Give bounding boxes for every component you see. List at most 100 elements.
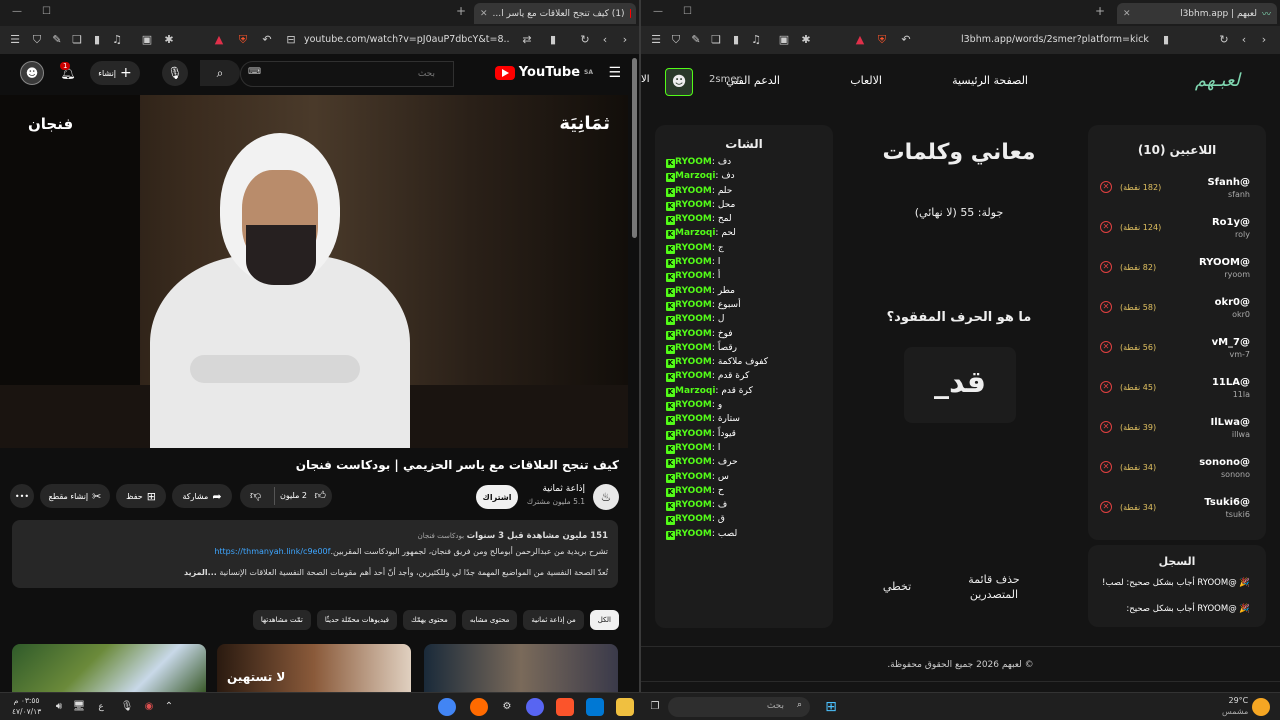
maximize-button[interactable]: ☐	[683, 6, 692, 17]
chat-username[interactable]: RYOOM	[675, 457, 712, 467]
microphone-icon[interactable]: 🎙︎	[162, 60, 188, 86]
nav-games[interactable]: الالعاب	[850, 74, 882, 87]
recommended-thumbnail[interactable]	[12, 644, 206, 692]
chat-username[interactable]: RYOOM	[675, 414, 712, 424]
chip-for-you[interactable]: محتوى يهمّك	[402, 610, 456, 630]
chat-username[interactable]: RYOOM	[675, 257, 712, 267]
chat-username[interactable]: RYOOM	[675, 329, 712, 339]
mic-icon[interactable]: 🎙︎	[118, 698, 136, 716]
chat-username[interactable]: RYOOM	[675, 157, 712, 167]
address-bar[interactable]: l3bhm.app/words/2smer?platform=kick	[961, 31, 1151, 49]
chat-username[interactable]: RYOOM	[675, 443, 712, 453]
bookmark-icon[interactable]: ❏	[709, 33, 723, 46]
clock[interactable]: ٠٣:٥٥ م ٤٧/٠٧/١٣	[12, 695, 41, 717]
chat-username[interactable]: RYOOM	[675, 529, 712, 539]
avatar[interactable]: ☻	[20, 61, 44, 85]
remove-player-icon[interactable]: ✕	[1100, 341, 1112, 353]
bookmark-star-icon[interactable]: ▮	[1159, 33, 1173, 46]
more-actions-button[interactable]: •••	[10, 484, 34, 508]
forward-icon[interactable]: ›	[1257, 33, 1271, 46]
back-history-icon[interactable]: ↶	[260, 33, 274, 46]
discord-icon[interactable]	[526, 698, 544, 716]
chat-username[interactable]: RYOOM	[675, 314, 712, 324]
remove-player-icon[interactable]: ✕	[1100, 381, 1112, 393]
show-more-link[interactable]: ...المزيد	[184, 568, 217, 577]
chat-username[interactable]: RYOOM	[675, 186, 712, 196]
file-explorer-icon[interactable]	[616, 698, 634, 716]
close-icon[interactable]: ✕	[1123, 9, 1131, 19]
chat-username[interactable]: RYOOM	[675, 472, 712, 482]
hamburger-menu-icon[interactable]: ☰	[608, 65, 621, 81]
menu-icon[interactable]: ☰	[8, 33, 22, 46]
steam-icon[interactable]: ⚙	[498, 698, 516, 716]
remove-player-icon[interactable]: ✕	[1100, 261, 1112, 273]
shield-icon[interactable]: ⛉	[30, 33, 44, 47]
chevron-up-icon[interactable]: ⌃	[160, 698, 178, 716]
chat-username[interactable]: RYOOM	[675, 271, 712, 281]
chip-from-channel[interactable]: من إذاعة ثمانية	[523, 610, 584, 630]
forward-icon[interactable]: ›	[618, 33, 632, 46]
new-tab-button[interactable]: +	[456, 4, 466, 18]
nav-other[interactable]: الا	[641, 74, 649, 85]
new-tab-button[interactable]: +	[1095, 4, 1105, 18]
network-icon[interactable]: 🖥︎	[70, 698, 88, 716]
reload-icon[interactable]: ↻	[578, 33, 592, 46]
search-input[interactable]: بحث	[240, 61, 454, 87]
user-avatar[interactable]: ☻	[665, 68, 693, 96]
remove-player-icon[interactable]: ✕	[1100, 181, 1112, 193]
chat-username[interactable]: Marzoqi	[675, 171, 715, 181]
chip-similar[interactable]: محتوى مشابه	[461, 610, 518, 630]
chat-username[interactable]: RYOOM	[675, 286, 712, 296]
shield-icon[interactable]: ⛉	[669, 33, 683, 47]
link-icon[interactable]: ⇄	[520, 33, 534, 46]
extensions-icon[interactable]: ✱	[799, 33, 813, 46]
channel-name[interactable]: إذاعة ثمانية	[527, 484, 585, 494]
like-icon[interactable]: 👍︎	[315, 489, 327, 502]
taskbar-search[interactable]: بحث ⌕	[668, 697, 810, 717]
back-icon[interactable]: ‹	[1237, 33, 1251, 46]
create-button[interactable]: + إنشاء	[90, 61, 140, 85]
bookmark-star-icon[interactable]: ▮	[546, 33, 560, 46]
description-box[interactable]: 151 مليون مشاهدة قبل 3 سنوات بودكاست فنج…	[12, 520, 618, 588]
tab-youtube[interactable]: (1) كيف تنجح العلاقات مع ياسر ا... ✕	[474, 3, 636, 24]
chat-username[interactable]: RYOOM	[675, 429, 712, 439]
channel-avatar[interactable]: ♨	[593, 484, 619, 510]
speaker-icon[interactable]: 🔊︎	[50, 698, 68, 716]
remove-player-icon[interactable]: ✕	[1100, 421, 1112, 433]
video-player[interactable]: ثمَانِيَة فنجان	[0, 95, 628, 448]
pin-icon[interactable]: ✎	[50, 33, 64, 46]
chat-username[interactable]: RYOOM	[675, 357, 712, 367]
chat-username[interactable]: RYOOM	[675, 300, 712, 310]
remove-player-icon[interactable]: ✕	[1100, 501, 1112, 513]
remove-player-icon[interactable]: ✕	[1100, 461, 1112, 473]
app-icon[interactable]	[470, 698, 488, 716]
rewards-icon[interactable]: ▲	[853, 33, 867, 46]
clip-button[interactable]: ✂ إنشاء مقطع	[40, 484, 110, 508]
chat-username[interactable]: RYOOM	[675, 243, 712, 253]
brave-shield-icon[interactable]: ⛨	[236, 33, 250, 47]
pin-icon[interactable]: ✎	[689, 33, 703, 46]
youtube-logo[interactable]: YouTube SA	[494, 65, 593, 80]
chat-username[interactable]: RYOOM	[675, 371, 712, 381]
bookmark-icon[interactable]: ❏	[70, 33, 84, 46]
reload-icon[interactable]: ↻	[1217, 33, 1231, 46]
chrome-icon[interactable]	[438, 698, 456, 716]
recommended-thumbnail[interactable]: لا تستهين	[217, 644, 411, 692]
save-button[interactable]: ⊞ حفظ	[116, 484, 166, 508]
tray-app-icon[interactable]: ◉	[140, 698, 158, 716]
screenshot-icon[interactable]: ▣	[777, 33, 791, 46]
chat-username[interactable]: RYOOM	[675, 200, 712, 210]
tab-l3bhm[interactable]: 〰 لعبهم | l3bhm.app ✕	[1117, 3, 1277, 24]
brave-icon[interactable]	[556, 698, 574, 716]
music-icon[interactable]: ♫	[110, 33, 124, 46]
keyboard-icon[interactable]: ⌨	[248, 67, 261, 77]
username[interactable]: 2smer	[709, 74, 741, 85]
brave-shield-icon[interactable]: ⛨	[875, 33, 889, 47]
sidebar-icon[interactable]: ▮	[90, 33, 104, 46]
skip-button[interactable]: تخطي	[879, 580, 915, 593]
minimize-button[interactable]: —	[12, 6, 22, 17]
chat-username[interactable]: RYOOM	[675, 400, 712, 410]
chip-watched[interactable]: تمّت مشاهدتها	[252, 610, 311, 630]
close-icon[interactable]: ✕	[480, 9, 488, 19]
subscribe-button[interactable]: اشتراك	[476, 485, 518, 509]
